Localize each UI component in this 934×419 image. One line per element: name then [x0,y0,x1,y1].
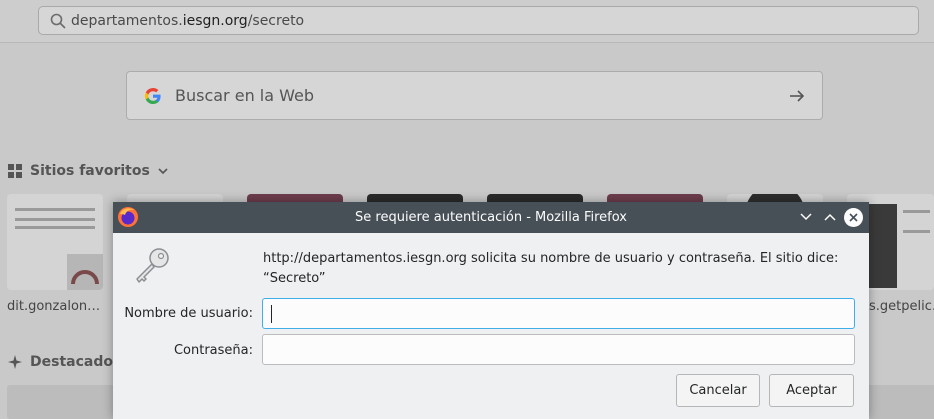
favorites-title: Sitios favoritos [30,163,150,179]
accept-button[interactable]: Aceptar [769,374,854,407]
top-site-tile[interactable] [7,194,103,290]
maximize-icon[interactable] [822,209,838,225]
firefox-icon [118,207,138,227]
username-field[interactable] [262,298,855,329]
sparkle-icon [8,355,22,369]
highlights-title: Destacados [30,354,122,370]
close-button[interactable] [844,208,863,227]
arrow-right-icon[interactable] [788,87,806,105]
grid-icon [8,164,22,178]
url-prefix: departamentos. [71,12,183,29]
chevron-down-icon [158,168,168,175]
web-search-box[interactable]: Buscar en la Web [126,71,823,120]
password-field[interactable] [262,334,855,365]
web-search-placeholder: Buscar en la Web [175,86,315,105]
password-label: Contraseña: [173,343,253,358]
url-domain: iesgn.org [182,12,248,29]
tile-label: s.getpelic… [869,299,934,314]
site-logo [67,254,103,290]
dialog-titlebar: Se requiere autenticación - Mozilla Fire… [113,202,869,233]
close-icon [849,213,858,222]
auth-dialog: Se requiere autenticación - Mozilla Fire… [113,202,869,419]
auth-message-line2: “Secreto” [263,271,326,286]
cancel-button[interactable]: Cancelar [676,374,760,407]
text-cursor [271,305,272,323]
auth-message-line1: http://departamentos.iesgn.org solicita … [263,251,839,266]
google-icon [145,87,161,104]
auth-message: http://departamentos.iesgn.org solicita … [263,249,843,289]
dialog-title: Se requiere autenticación - Mozilla Fire… [355,210,627,225]
arch-icon [71,270,99,285]
address-bar[interactable]: departamentos.iesgn.org/secreto [38,6,919,35]
username-label: Nombre de usuario: [124,306,253,321]
browser-toolbar: departamentos.iesgn.org/secreto [0,0,934,43]
address-url: departamentos.iesgn.org/secreto [71,13,304,29]
search-icon [50,13,66,29]
key-icon [136,248,169,283]
url-path: /secreto [247,12,305,29]
highlights-section-header[interactable]: Destacados [8,354,121,370]
favorites-section-header[interactable]: Sitios favoritos [8,163,168,179]
tile-label: dit.gonzalon… [7,299,101,314]
minimize-icon[interactable] [798,209,814,225]
